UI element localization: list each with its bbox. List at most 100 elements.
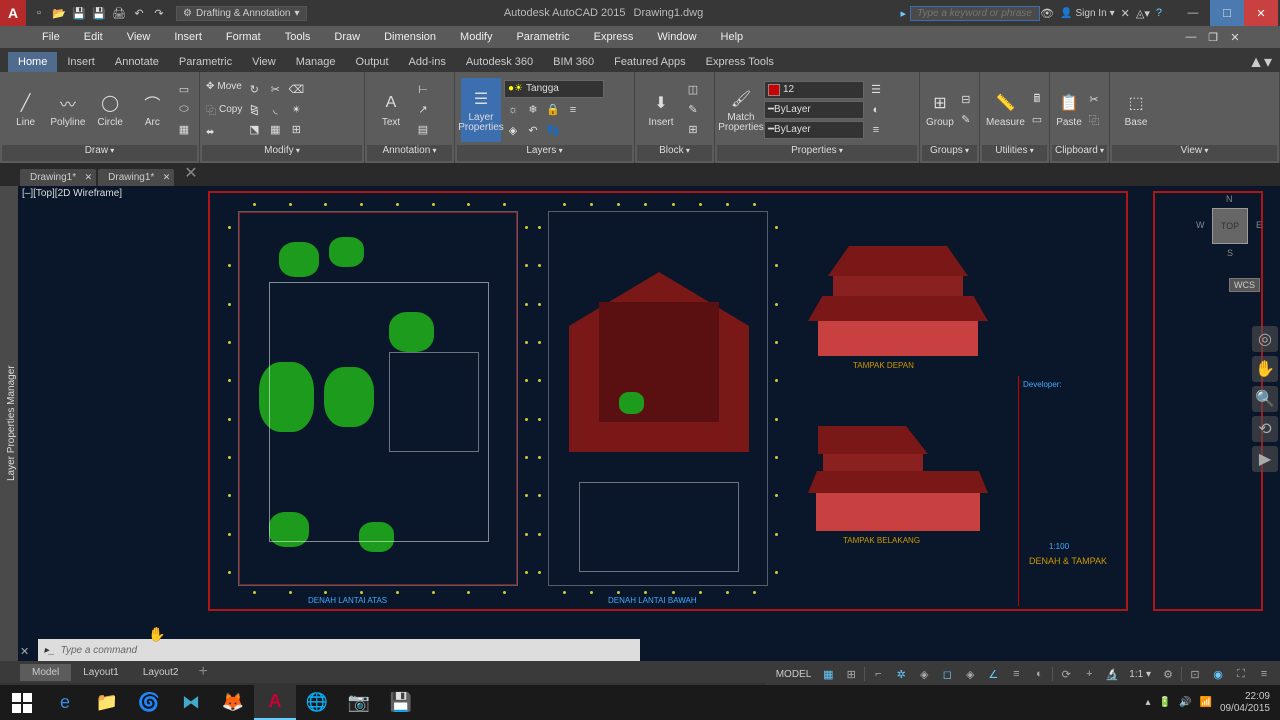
menu-insert[interactable]: Insert (162, 28, 214, 46)
ribbon-collapse-icon[interactable]: ▲▾ (1240, 52, 1280, 72)
start-button[interactable] (0, 685, 44, 720)
scale-icon[interactable]: ⬔ (245, 121, 263, 139)
current-layer-dropdown[interactable]: ●☀Tangga (504, 80, 604, 98)
isolate-icon[interactable]: ◉ (1208, 665, 1228, 683)
list-icon[interactable]: ≡ (867, 121, 885, 139)
tab-annotate[interactable]: Annotate (105, 52, 169, 72)
layer-iso-icon[interactable]: ◈ (504, 122, 522, 140)
signin-button[interactable]: 👤 Sign In▾ (1060, 8, 1115, 19)
3dosnap-icon[interactable]: ◈ (960, 665, 980, 683)
viewcube[interactable]: N S E W TOP (1200, 196, 1260, 256)
annomonitor-icon[interactable]: + (1079, 665, 1099, 683)
tab-manage[interactable]: Manage (286, 52, 346, 72)
panel-layers-label[interactable]: Layers (457, 145, 632, 161)
menu-format[interactable]: Format (214, 28, 273, 46)
volume-icon[interactable]: 🔊 (1179, 697, 1191, 708)
panel-groups-label[interactable]: Groups (922, 145, 977, 161)
layer-freeze-icon[interactable]: ❄ (524, 101, 542, 119)
layer-properties-button[interactable]: ☰Layer Properties (461, 78, 501, 142)
maximize-button[interactable]: ☐ (1210, 0, 1244, 26)
edit-block-icon[interactable]: ✎ (684, 101, 702, 119)
select-icon[interactable]: ▭ (1028, 111, 1046, 129)
doc-close-icon[interactable]: ✕ (1226, 28, 1244, 46)
tab-bim360[interactable]: BIM 360 (543, 52, 604, 72)
attr-icon[interactable]: ⊞ (684, 121, 702, 139)
layer-off-icon[interactable]: ☼ (504, 101, 522, 119)
iso-icon[interactable]: ◈ (914, 665, 934, 683)
tab-home[interactable]: Home (8, 52, 57, 72)
ortho-icon[interactable]: ⌐ (868, 665, 888, 683)
fillet-icon[interactable]: ◟ (266, 101, 284, 119)
viewport[interactable]: [–][Top][2D Wireframe] ✋ DENAH LANTAI (18, 186, 1280, 661)
line-button[interactable]: ╱Line (6, 78, 45, 142)
osnap-icon[interactable]: ◻ (937, 665, 957, 683)
taskbar-firefox[interactable]: 🦊 (212, 685, 254, 720)
layer-walk-icon[interactable]: 👣 (544, 122, 562, 140)
wcs-badge[interactable]: WCS (1229, 278, 1260, 292)
scale-dropdown[interactable]: 1:1 ▾ (1125, 669, 1155, 680)
add-layout-button[interactable]: + (190, 660, 215, 684)
arc-button[interactable]: ⌒Arc (133, 78, 172, 142)
panel-properties-label[interactable]: Properties (717, 145, 917, 161)
snap-icon[interactable]: ⊞ (841, 665, 861, 683)
group-button[interactable]: ⊞Group (926, 78, 954, 142)
color-dropdown[interactable]: 12 (764, 81, 864, 99)
taskbar-explorer[interactable]: 📁 (86, 685, 128, 720)
wheel-icon[interactable]: ◎ (1252, 326, 1278, 352)
annoscale-icon[interactable]: 🔬 (1102, 665, 1122, 683)
copy-button[interactable]: ⿻Copy (206, 100, 242, 120)
grid-icon[interactable]: ▦ (818, 665, 838, 683)
cycling-icon[interactable]: ⟳ (1056, 665, 1076, 683)
mirror-icon[interactable]: ⧎ (245, 101, 263, 119)
taskbar-ie[interactable]: e (44, 685, 86, 720)
cut-icon[interactable]: ✂ (1085, 91, 1103, 109)
base-button[interactable]: ⬚Base (1116, 78, 1156, 142)
close-button[interactable]: ✕ (1244, 0, 1278, 26)
layout-2[interactable]: Layout2 (131, 664, 191, 681)
hatch-icon[interactable]: ▦ (175, 121, 193, 139)
text-button[interactable]: AText (371, 78, 411, 142)
table-icon[interactable]: ▤ (414, 121, 432, 139)
taskbar-save[interactable]: 💾 (380, 685, 422, 720)
measure-button[interactable]: 📏Measure (986, 78, 1025, 142)
transparency-icon[interactable]: ◐ (867, 101, 885, 119)
polar-icon[interactable]: ✲ (891, 665, 911, 683)
search-input[interactable] (910, 6, 1040, 21)
layout-1[interactable]: Layout1 (71, 664, 131, 681)
tab-express[interactable]: Express Tools (696, 52, 784, 72)
system-tray[interactable]: ▴ 🔋 🔊 📶 22:09 09/04/2015 (1136, 691, 1280, 715)
insert-block-button[interactable]: ⬇Insert (641, 78, 681, 142)
app-logo[interactable]: A (0, 0, 26, 26)
panel-utilities-label[interactable]: Utilities (982, 145, 1047, 161)
panel-draw-label[interactable]: Draw (2, 145, 197, 161)
battery-icon[interactable]: 🔋 (1159, 697, 1171, 708)
panel-annotation-label[interactable]: Annotation (367, 145, 452, 161)
offset-icon[interactable]: ⊞ (287, 121, 305, 139)
group-edit-icon[interactable]: ✎ (957, 111, 975, 129)
lineweight-icon[interactable]: ≡ (1006, 665, 1026, 683)
plot-icon[interactable]: 🖨 (110, 4, 128, 22)
panel-view-label[interactable]: View (1112, 145, 1277, 161)
ellipse-icon[interactable]: ⬭ (175, 101, 193, 119)
tab-view[interactable]: View (242, 52, 286, 72)
match-properties-button[interactable]: 🖌Match Properties (721, 78, 761, 142)
stretch-button[interactable]: ⬌ (206, 123, 242, 143)
ungroup-icon[interactable]: ⊟ (957, 91, 975, 109)
move-button[interactable]: ✥Move (206, 77, 242, 97)
paste-button[interactable]: 📋Paste (1056, 78, 1082, 142)
tab-parametric[interactable]: Parametric (169, 52, 242, 72)
undo-icon[interactable]: ↶ (130, 4, 148, 22)
doc-tab-2[interactable]: Drawing1*✕ (98, 169, 174, 186)
tab-a360[interactable]: Autodesk 360 (456, 52, 543, 72)
copy-clip-icon[interactable]: ⿻ (1085, 111, 1103, 129)
panel-modify-label[interactable]: Modify (202, 145, 362, 161)
create-block-icon[interactable]: ◫ (684, 81, 702, 99)
orbit-icon[interactable]: ⟲ (1252, 416, 1278, 442)
pan-icon[interactable]: ✋ (1252, 356, 1278, 382)
command-line[interactable]: ▸_ Type a command (38, 639, 640, 661)
tab-insert[interactable]: Insert (57, 52, 105, 72)
lineweight-dropdown[interactable]: ━ ByLayer (764, 101, 864, 119)
doc-minimize-icon[interactable]: — (1182, 28, 1200, 46)
a360-icon[interactable]: ◬▾ (1136, 7, 1150, 20)
layout-model[interactable]: Model (20, 664, 71, 681)
